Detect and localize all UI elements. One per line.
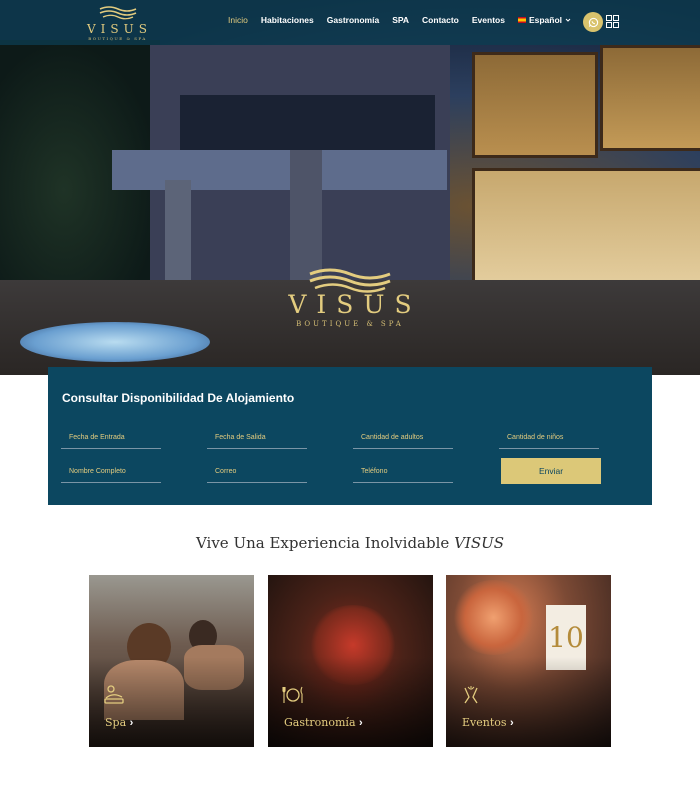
spain-flag-icon: [517, 17, 526, 23]
nav-logo[interactable]: VISUS BOUTIQUE & SPA: [80, 6, 155, 41]
waves-icon: [99, 6, 136, 20]
name-field[interactable]: Nombre Completo: [61, 462, 161, 483]
experience-title: Vive Una Experiencia Inolvidable VISUS: [195, 534, 505, 552]
phone-field[interactable]: Teléfono: [353, 462, 453, 483]
main-menu: Inicio Habitaciones Gastronomía SPA Cont…: [228, 15, 571, 25]
checkin-field[interactable]: Fecha de Entrada: [61, 428, 161, 449]
language-selector[interactable]: Español: [517, 15, 571, 25]
booking-form: Consultar Disponibilidad De Alojamiento …: [48, 367, 652, 505]
nav-item-gastronomia[interactable]: Gastronomía: [327, 15, 379, 25]
hero-image: VISUS BOUTIQUE & SPA: [0, 0, 700, 375]
language-label: Español: [528, 15, 563, 25]
children-field[interactable]: Cantidad de niños: [499, 428, 599, 449]
gastronomy-card-label: Gastronomía ›: [284, 716, 363, 729]
grid-menu-icon[interactable]: [606, 15, 619, 28]
hero-brand-tagline: BOUTIQUE & SPA: [296, 320, 404, 328]
dining-icon: [282, 686, 303, 703]
nav-brand-tagline: BOUTIQUE & SPA: [88, 36, 147, 41]
event-icon: [464, 686, 478, 704]
chevron-down-icon: [565, 18, 571, 22]
nav-item-spa[interactable]: SPA: [392, 15, 409, 25]
pool: [20, 322, 210, 362]
nav-item-habitaciones[interactable]: Habitaciones: [261, 15, 314, 25]
nav-item-inicio[interactable]: Inicio: [228, 15, 248, 25]
events-card-label: Eventos ›: [462, 716, 514, 729]
email-field[interactable]: Correo: [207, 462, 307, 483]
spa-card[interactable]: Spa ›: [89, 575, 254, 747]
nav-brand-name: VISUS: [87, 22, 152, 36]
whatsapp-icon: [588, 17, 598, 27]
submit-button[interactable]: Enviar: [501, 458, 601, 484]
spa-card-label: Spa ›: [105, 716, 134, 729]
gastronomy-card[interactable]: Gastronomía ›: [268, 575, 433, 747]
hero-logo: VISUS BOUTIQUE & SPA: [270, 268, 430, 328]
adults-field[interactable]: Cantidad de adultos: [353, 428, 453, 449]
booking-title: Consultar Disponibilidad De Alojamiento: [62, 391, 295, 405]
nav-item-contacto[interactable]: Contacto: [422, 15, 459, 25]
hero-brand-name: VISUS: [288, 290, 422, 319]
nav-item-eventos[interactable]: Eventos: [472, 15, 505, 25]
top-nav: VISUS BOUTIQUE & SPA Inicio Habitaciones…: [0, 0, 700, 45]
massage-icon: [104, 685, 124, 704]
events-card[interactable]: 10 Eventos ›: [446, 575, 611, 747]
whatsapp-button[interactable]: [583, 12, 603, 32]
checkout-field[interactable]: Fecha de Salida: [207, 428, 307, 449]
